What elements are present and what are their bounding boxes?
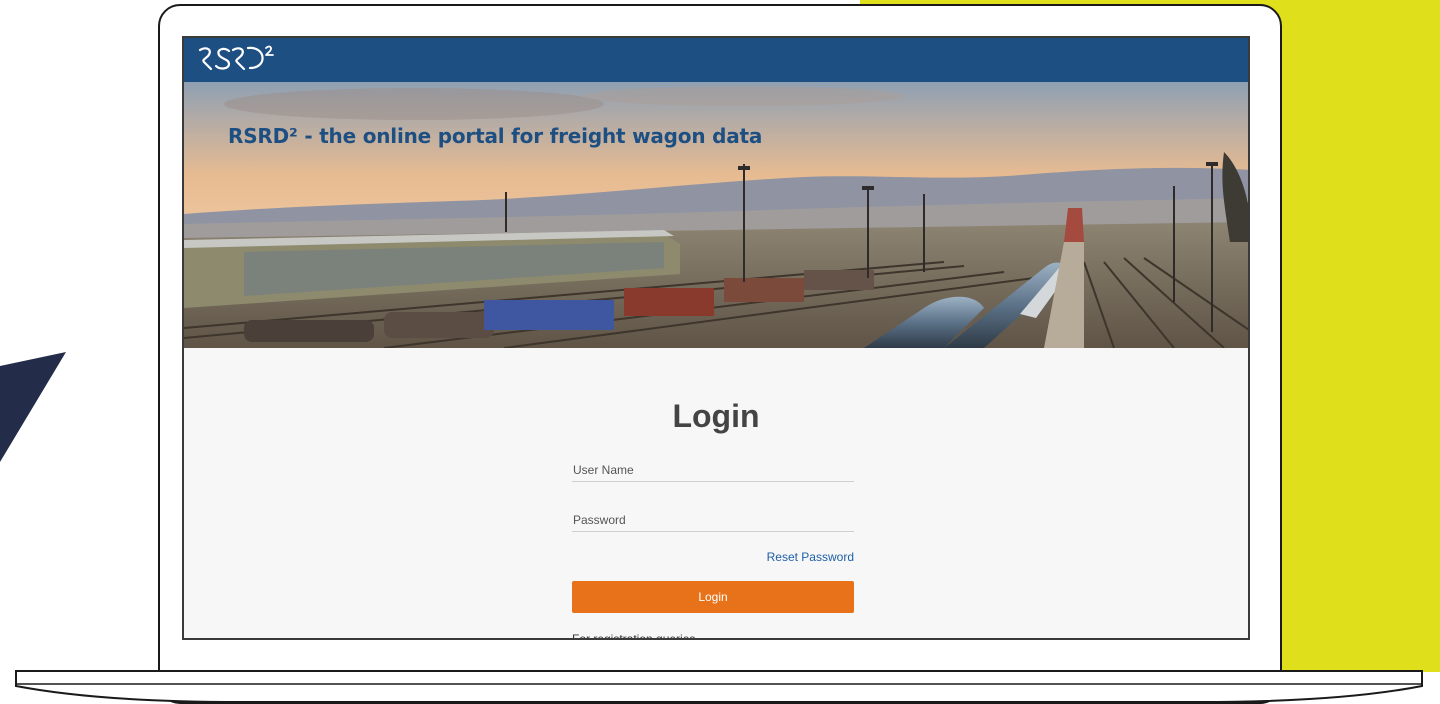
browser-screen: RSRD² - the online portal for freight wa… <box>182 36 1250 640</box>
login-form-area: Login Reset Password Login For registrat… <box>184 348 1248 640</box>
background-navy-wedge <box>0 352 66 462</box>
hero-title: RSRD² - the online portal for freight wa… <box>228 124 763 148</box>
hero-banner: RSRD² - the online portal for freight wa… <box>184 82 1248 348</box>
rsrd2-logo[interactable] <box>196 42 278 72</box>
password-input[interactable] <box>572 508 854 532</box>
username-input[interactable] <box>572 458 854 482</box>
login-title: Login <box>672 398 760 434</box>
registration-queries-text: For registration queries <box>572 632 696 640</box>
railway-yard-photo <box>184 82 1248 348</box>
reset-password-link[interactable]: Reset Password <box>572 550 854 564</box>
laptop-base <box>15 670 1423 703</box>
login-button[interactable]: Login <box>572 581 854 613</box>
top-navigation-bar <box>184 38 1248 82</box>
